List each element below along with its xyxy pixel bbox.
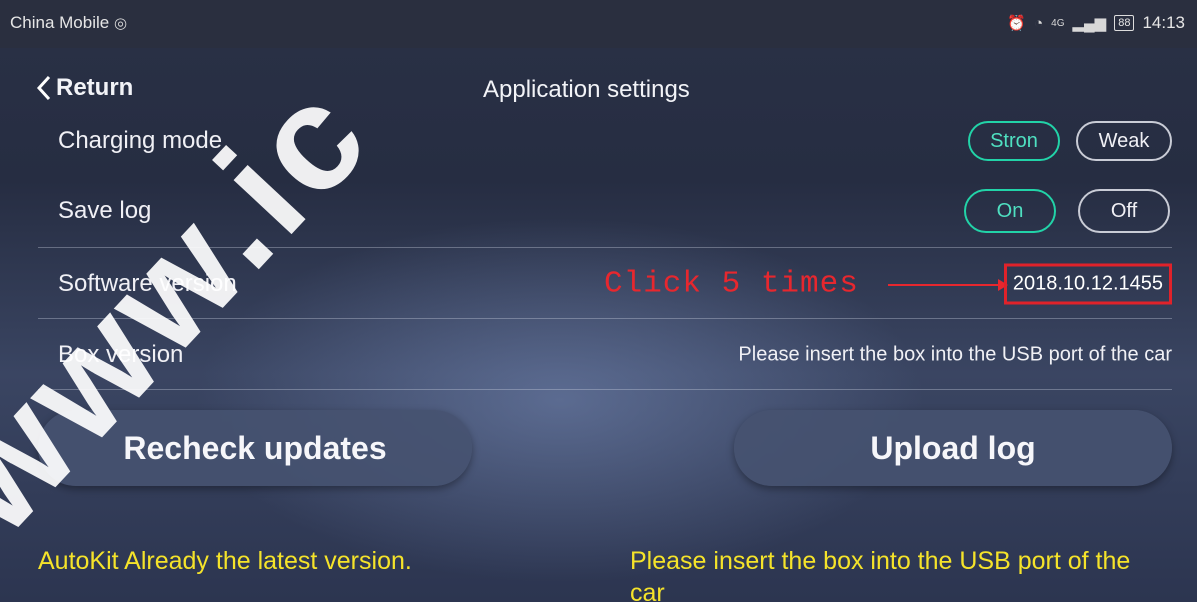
charging-strong-option[interactable]: Stron [968,121,1060,161]
status-icons: ⏰ ◔ 4G ▂▄▆ 88 14:13 [1007,13,1185,33]
box-version-label: Box version [58,341,184,368]
return-button[interactable]: Return [36,74,133,102]
clock: 14:13 [1142,13,1185,32]
carrier-label: China Mobile [10,13,110,32]
alarm-icon: ⏰ [1007,15,1027,32]
box-version-value: Please insert the box into the USB port … [738,343,1172,366]
save-log-row: Save log On Off [38,176,1172,246]
box-version-row: Box version Please insert the box into t… [38,320,1172,390]
page-title: Application settings [483,76,690,103]
save-log-off-option[interactable]: Off [1078,189,1170,233]
status-bar: China Mobile ◎ ⏰ ◔ 4G ▂▄▆ 88 14:13 [0,0,1197,48]
battery-icon: 88 [1114,15,1135,31]
carrier-name: China Mobile ◎ [10,13,127,33]
click-annotation: Click 5 times [604,266,859,302]
software-version-value[interactable]: 2018.10.12.1455 [1003,263,1172,305]
charging-mode-label: Charging mode [58,127,223,154]
divider [38,318,1172,319]
network-type: 4G [1051,17,1065,29]
return-label: Return [56,74,134,101]
software-version-label: Software version [58,270,237,297]
upload-log-button[interactable]: Upload log [734,410,1172,486]
signal-icon: ▂▄▆ [1072,15,1107,32]
charging-weak-option[interactable]: Weak [1076,121,1172,161]
chevron-left-icon [36,75,51,101]
divider [38,247,1172,248]
recheck-updates-button[interactable]: Recheck updates [38,410,472,486]
weibo-icon: ◎ [113,15,128,32]
charging-mode-row: Charging mode Stron Weak [38,106,1172,176]
software-version-row: Software version Click 5 times 2018.10.1… [38,249,1172,319]
divider [38,389,1172,390]
wifi-icon: ◔ [1034,14,1044,32]
save-log-label: Save log [58,197,152,224]
box-status-message: Please insert the box into the USB port … [630,547,1131,602]
save-log-on-option[interactable]: On [964,189,1056,233]
annotation-arrow [888,284,1000,286]
update-status-message: AutoKit Already the latest version. [38,547,412,575]
